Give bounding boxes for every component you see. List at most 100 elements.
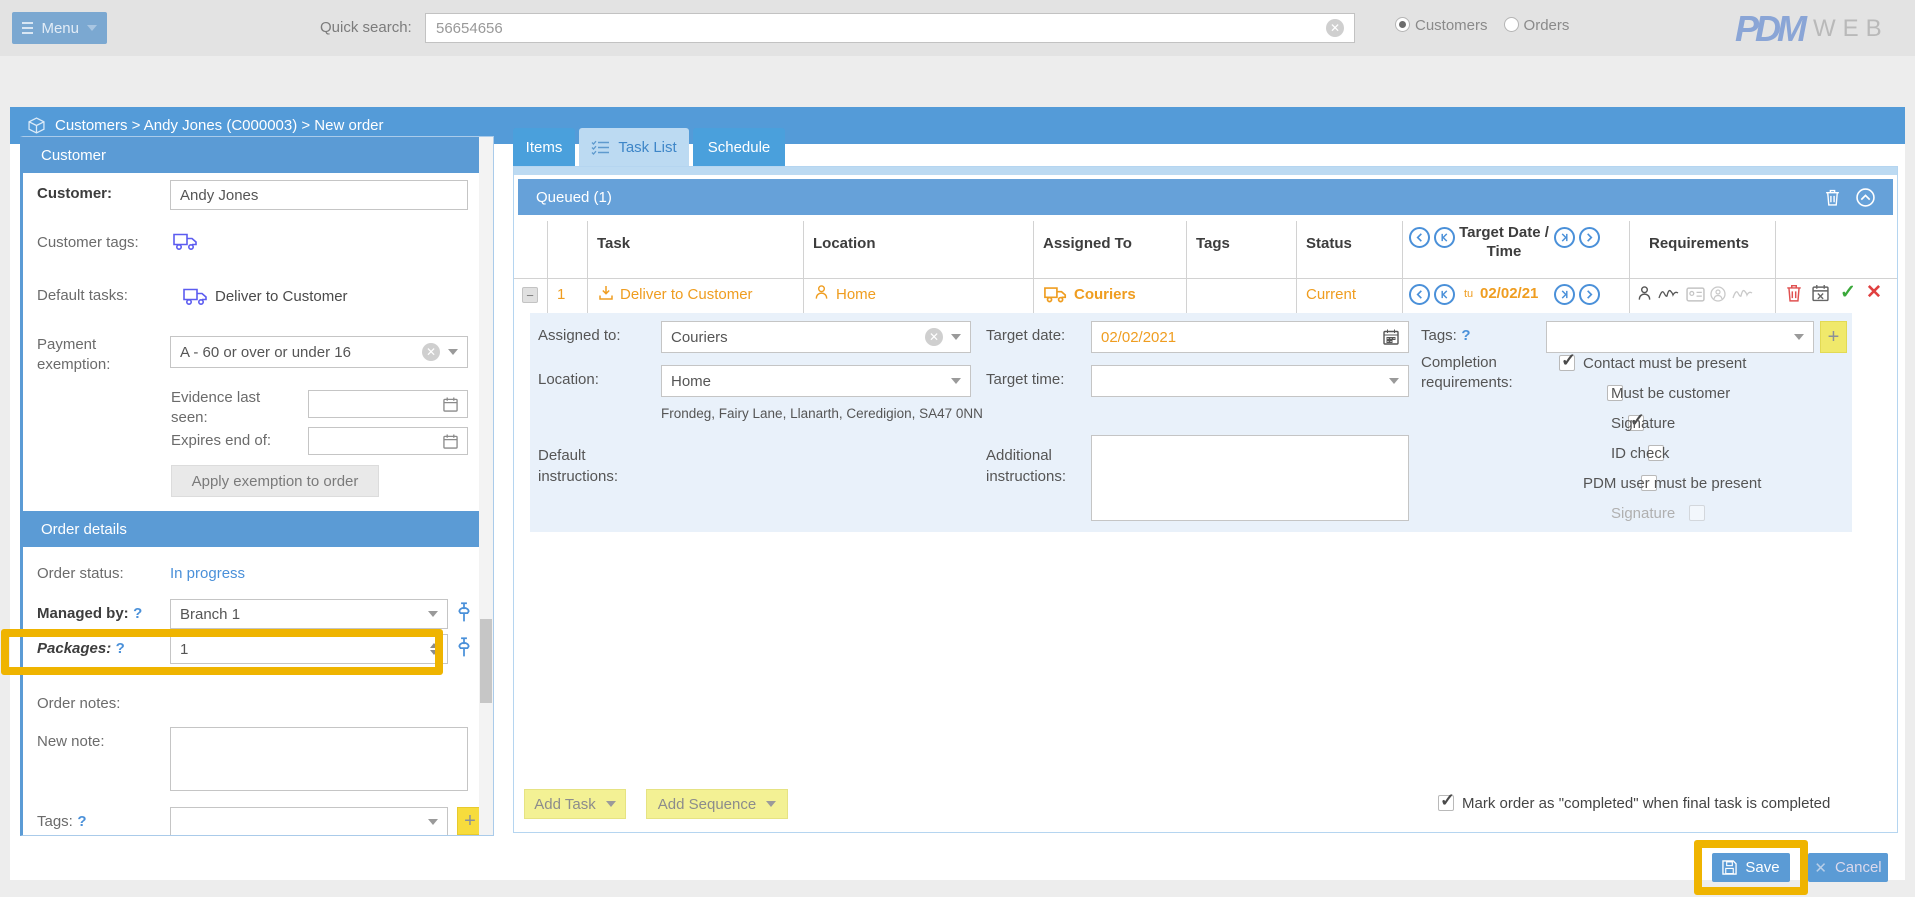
menu-button[interactable]: Menu	[12, 12, 107, 44]
clear-exemption-icon[interactable]: ✕	[422, 343, 440, 361]
help-icon[interactable]: ?	[1461, 327, 1470, 344]
pin-icon[interactable]	[457, 636, 471, 658]
cancel-task-icon[interactable]: ✕	[1866, 281, 1882, 304]
add-sequence-button[interactable]: Add Sequence	[646, 789, 788, 819]
chevron-down-icon	[87, 25, 97, 31]
quick-search-input[interactable]: 56654656 ✕	[425, 13, 1355, 43]
packages-input[interactable]: 1	[170, 634, 448, 664]
add-task-button[interactable]: Add Task	[524, 789, 626, 819]
row-assigned-to[interactable]: Couriers	[1074, 286, 1136, 303]
location-select[interactable]: Home	[661, 365, 971, 397]
divider	[803, 221, 804, 313]
pin-icon[interactable]	[457, 601, 471, 623]
save-icon	[1722, 860, 1737, 875]
expires-end-input[interactable]	[308, 427, 468, 455]
new-note-label: New note:	[37, 733, 105, 750]
checkbox-label: Signature	[1611, 505, 1675, 522]
task-detail-area: Assigned to: Couriers ✕ Target date: 02/…	[530, 313, 1852, 532]
target-time-select[interactable]	[1091, 365, 1409, 397]
tab-items[interactable]: Items	[513, 128, 575, 166]
clear-date-icon[interactable]	[1812, 284, 1829, 302]
top-bar: Menu Quick search: 56654656 ✕ Customers …	[0, 0, 1915, 56]
help-icon[interactable]: ?	[116, 640, 125, 657]
divider	[514, 278, 1897, 279]
tab-schedule[interactable]: Schedule	[693, 128, 785, 166]
row-status: Current	[1306, 286, 1356, 303]
row-date-prev-icon[interactable]	[1434, 284, 1455, 305]
quick-search-label: Quick search:	[320, 19, 412, 36]
mark-completed-checkbox[interactable]	[1438, 795, 1454, 811]
radio-icon	[1504, 17, 1519, 32]
row-date-prev-all-icon[interactable]	[1409, 284, 1430, 305]
col-task: Task	[597, 235, 630, 252]
calendar-icon[interactable]	[443, 434, 458, 449]
calendar-icon[interactable]	[443, 397, 458, 412]
additional-instructions-label: Additional instructions:	[986, 445, 1086, 487]
new-note-textarea[interactable]	[170, 727, 468, 791]
tab-task-list[interactable]: Task List	[579, 128, 689, 166]
cancel-button[interactable]: ✕ Cancel	[1808, 853, 1888, 882]
left-panel-scrollbar[interactable]	[479, 137, 493, 836]
target-next-all-icon[interactable]	[1579, 227, 1600, 248]
completion-requirements-label: Completion requirements:	[1421, 353, 1541, 393]
checkbox-label: Contact must be present	[1583, 355, 1746, 372]
calendar-icon[interactable]	[1383, 329, 1399, 345]
divider	[1296, 221, 1297, 313]
customer-input[interactable]: Andy Jones	[170, 180, 468, 210]
default-instructions-label: Default instructions:	[538, 445, 653, 487]
apply-exemption-button[interactable]: Apply exemption to order	[171, 465, 379, 497]
collapse-queue-icon[interactable]	[1856, 188, 1875, 207]
payment-exemption-select[interactable]: A - 60 or over or under 16 ✕	[170, 336, 468, 368]
row-location[interactable]: Home	[836, 286, 876, 303]
order-status-value[interactable]: In progress	[170, 565, 245, 582]
row-index: 1	[557, 286, 565, 303]
col-tags: Tags	[1196, 235, 1230, 252]
scope-customers-radio[interactable]: Customers	[1395, 17, 1488, 34]
detail-tags-select[interactable]	[1546, 321, 1814, 353]
row-date-next-icon[interactable]	[1554, 284, 1575, 305]
clear-search-icon[interactable]: ✕	[1326, 19, 1344, 37]
assigned-to-select[interactable]: Couriers ✕	[661, 321, 971, 353]
delete-task-icon[interactable]	[1786, 284, 1802, 302]
col-status: Status	[1306, 235, 1352, 252]
id-check-icon	[1686, 287, 1705, 302]
quick-search-value: 56654656	[436, 20, 1326, 37]
person-icon	[814, 284, 829, 300]
col-target-date: Target Date / Time	[1459, 223, 1549, 261]
packages-label: Packages: ?	[37, 640, 125, 658]
tab-strip	[514, 167, 1897, 175]
additional-instructions-textarea[interactable]	[1091, 435, 1409, 521]
chevron-down-icon	[448, 349, 458, 355]
collapse-row-button[interactable]: −	[522, 287, 538, 303]
scope-orders-radio[interactable]: Orders	[1504, 17, 1570, 34]
number-stepper-icon[interactable]	[430, 643, 438, 655]
order-tags-select[interactable]	[170, 807, 448, 836]
target-next-icon[interactable]	[1554, 227, 1575, 248]
add-detail-tag-button[interactable]: +	[1820, 321, 1847, 353]
help-icon[interactable]: ?	[77, 813, 86, 830]
scrollbar-thumb[interactable]	[480, 619, 492, 703]
contact-required-icon	[1637, 285, 1652, 301]
checkbox-contact-must-be-present[interactable]	[1559, 355, 1575, 371]
default-task-value: Deliver to Customer	[215, 288, 348, 305]
managed-by-select[interactable]: Branch 1	[170, 599, 448, 629]
clear-assigned-icon[interactable]: ✕	[925, 328, 943, 346]
delete-queue-icon[interactable]	[1825, 189, 1840, 206]
help-icon[interactable]: ?	[133, 605, 142, 622]
checkbox-label: PDM user must be present	[1583, 475, 1761, 492]
target-prev-all-icon[interactable]	[1409, 227, 1430, 248]
row-date-next-all-icon[interactable]	[1579, 284, 1600, 305]
evidence-last-seen-input[interactable]	[308, 390, 468, 418]
target-date-input[interactable]: 02/02/2021	[1091, 321, 1409, 353]
target-prev-icon[interactable]	[1434, 227, 1455, 248]
payment-exemption-label: Payment exemption:	[37, 335, 147, 375]
cancel-x-icon: ✕	[1814, 859, 1827, 877]
row-target-date[interactable]: 02/02/21	[1480, 285, 1538, 302]
save-button[interactable]: Save	[1712, 853, 1790, 882]
truck-icon[interactable]	[173, 232, 199, 251]
radio-selected-icon	[1395, 17, 1410, 32]
breadcrumb-text: Customers > Andy Jones (C000003) > New o…	[55, 117, 384, 134]
row-task[interactable]: Deliver to Customer	[620, 286, 753, 303]
evidence-last-seen-label: Evidence last seen:	[171, 388, 291, 428]
confirm-task-icon[interactable]: ✓	[1840, 281, 1856, 304]
